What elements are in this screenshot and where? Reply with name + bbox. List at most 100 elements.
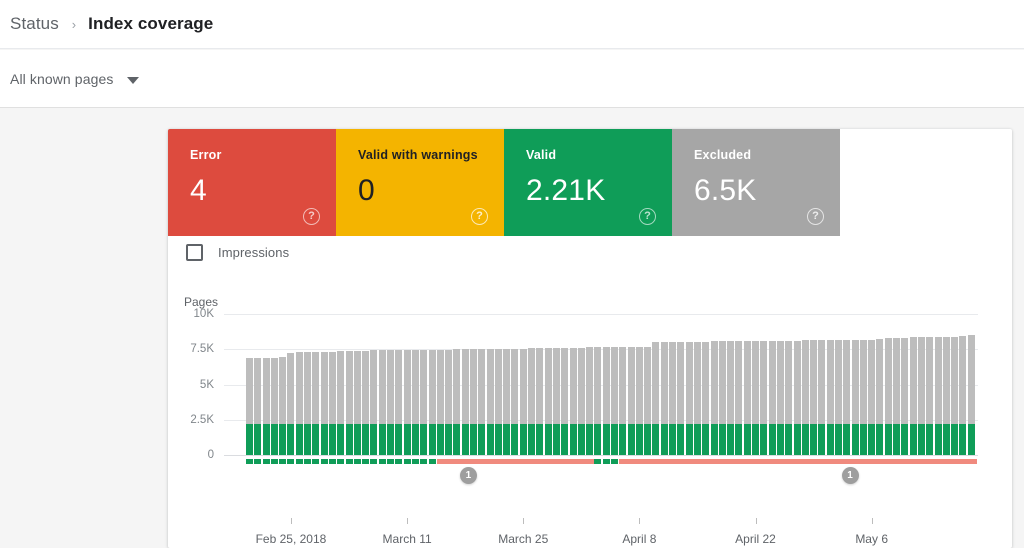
status-card-error[interactable]: Error 4 ? (168, 129, 336, 236)
status-card-excluded[interactable]: Excluded 6.5K ? (672, 129, 840, 236)
status-strip-segment (320, 459, 328, 464)
breadcrumb-status-link[interactable]: Status (10, 14, 59, 34)
bar-segment-valid (917, 423, 925, 455)
bar-segment-excluded (561, 347, 569, 424)
bar-segment-excluded (810, 340, 818, 424)
x-axis-tick-label: March 25 (498, 532, 549, 546)
bar-segment-valid (270, 424, 278, 455)
bar-segment-excluded (768, 340, 776, 424)
bar-segment-excluded (362, 350, 370, 425)
help-icon[interactable]: ? (807, 208, 824, 225)
x-axis-tick (523, 518, 525, 524)
annotation-badge[interactable]: 1 (841, 467, 859, 484)
bar-segment-valid (752, 423, 760, 455)
bar-segment-excluded (312, 352, 320, 425)
bar-segment-valid (453, 423, 461, 455)
help-icon[interactable]: ? (471, 208, 488, 225)
bar-segment-excluded (602, 347, 610, 424)
bar-segment-valid (727, 423, 735, 455)
bar-segment-valid (785, 423, 793, 455)
status-card-valid-label: Valid (526, 148, 557, 162)
bar-segment-valid (353, 424, 361, 455)
bar-segment-valid (909, 423, 917, 455)
annotation-badge[interactable]: 1 (459, 467, 477, 484)
bar-segment-excluded (967, 335, 975, 424)
bar-segment-valid (859, 423, 867, 455)
status-card-valid-with-warnings[interactable]: Valid with warnings 0 ? (336, 129, 504, 236)
coverage-chart: Pages 10K 7.5K 5K 2.5K 0 1 1 Feb 25, 2018 Marc… (168, 289, 1012, 548)
bar-segment-excluded (959, 336, 967, 424)
status-strip-segment (602, 459, 610, 464)
bar-segment-valid (420, 423, 428, 455)
bar-segment-excluded (586, 347, 594, 424)
bar-segment-valid (528, 423, 536, 455)
bar-segment-excluded (494, 348, 502, 424)
bar-segment-valid (262, 424, 270, 455)
bar-segment-valid (826, 423, 834, 455)
bar-segment-valid (843, 423, 851, 455)
bar-segment-excluded (851, 339, 859, 424)
bar-segment-excluded (834, 339, 842, 424)
help-icon[interactable]: ? (639, 208, 656, 225)
help-icon[interactable]: ? (303, 208, 320, 225)
bar-segment-valid (951, 423, 959, 455)
bar-segment-valid (760, 423, 768, 455)
bar-segment-excluded (594, 347, 602, 424)
bar-segment-excluded (503, 348, 511, 424)
bar-segment-excluded (619, 347, 627, 424)
bar-segment-excluded (801, 340, 809, 424)
bar-segment-valid (345, 424, 353, 455)
bar-segment-excluded (735, 341, 743, 424)
status-strip-segment (420, 459, 428, 464)
y-axis-tick-label: 10K (193, 308, 214, 320)
impressions-toggle-row: Impressions (186, 244, 289, 261)
bar-series (246, 314, 976, 455)
bar-segment-valid (942, 423, 950, 455)
bar-segment-valid (254, 424, 262, 455)
bar-segment-excluded (644, 346, 652, 424)
bar-segment-valid (743, 423, 751, 455)
bar-segment-valid (868, 423, 876, 455)
chevron-down-icon (127, 76, 140, 84)
bar-segment-excluded (262, 357, 270, 425)
bar-segment-valid (320, 424, 328, 455)
bar-segment-valid (469, 423, 477, 455)
bar-segment-valid (884, 423, 892, 455)
bar-segment-excluded (304, 352, 312, 425)
status-card-valid-with-warnings-value: 0 (358, 174, 375, 207)
bar-segment-excluded (710, 341, 718, 424)
bar-segment-valid (611, 423, 618, 455)
bar-segment-excluded (436, 349, 444, 424)
status-cards: Error 4 ? Valid with warnings 0 ? Valid … (168, 129, 843, 236)
status-card-excluded-value: 6.5K (694, 174, 757, 207)
page-scope-dropdown-label: All known pages (10, 70, 114, 87)
page-title: Index coverage (88, 14, 214, 33)
status-strip-segment (411, 459, 419, 464)
chevron-right-icon: › (71, 16, 77, 32)
bar-segment-valid (594, 423, 602, 455)
bar-segment-valid (718, 423, 726, 455)
x-axis-tick-label: April 8 (622, 532, 657, 546)
bar-segment-valid (478, 423, 486, 455)
y-axis-tick-label: 7.5K (190, 343, 214, 356)
bar-segment-excluded (868, 339, 876, 424)
bar-segment-excluded (353, 350, 361, 425)
x-axis-tick (871, 518, 873, 524)
filter-bar: All known pages (0, 50, 1024, 108)
bar-segment-excluded (660, 342, 668, 424)
y-axis-tick-label: 5K (199, 378, 214, 391)
bar-segment-valid (312, 424, 320, 455)
bar-segment-excluded (901, 337, 909, 424)
status-strip-segment (370, 459, 378, 464)
bar-segment-excluded (395, 350, 403, 425)
bar-segment-excluded (669, 341, 677, 424)
page-scope-dropdown[interactable]: All known pages (10, 70, 140, 87)
bar-segment-excluded (445, 349, 453, 424)
impressions-checkbox[interactable] (186, 244, 203, 261)
status-card-valid[interactable]: Valid 2.21K ? (504, 129, 672, 236)
status-strip-segment (312, 459, 320, 464)
status-strip-segment (337, 459, 345, 464)
bar-segment-excluded (884, 337, 892, 424)
x-axis-tick-label: March 11 (382, 532, 432, 546)
bar-segment-valid (519, 423, 527, 455)
